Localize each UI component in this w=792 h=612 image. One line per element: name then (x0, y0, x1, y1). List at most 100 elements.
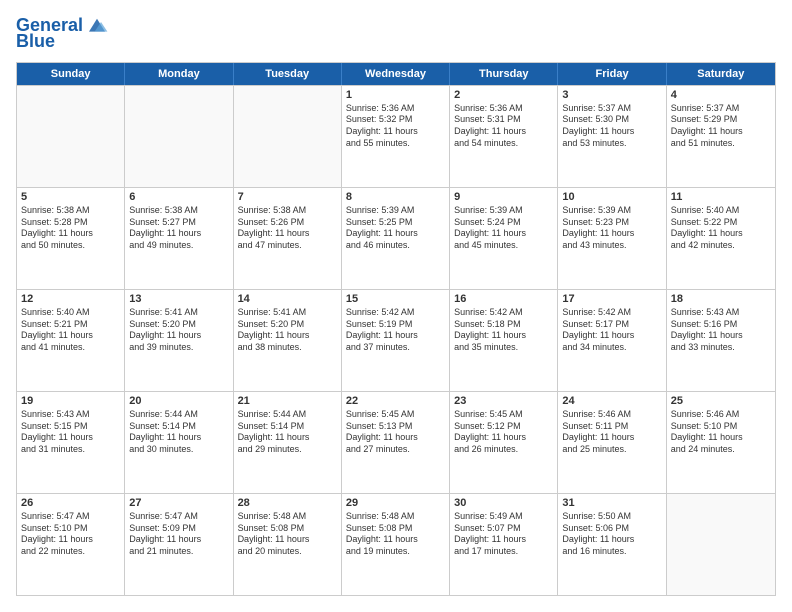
cell-line: Daylight: 11 hours (562, 534, 661, 546)
day-number: 6 (129, 191, 228, 203)
calendar-cell: 27Sunrise: 5:47 AMSunset: 5:09 PMDayligh… (125, 494, 233, 595)
cell-line: Sunset: 5:27 PM (129, 217, 228, 229)
calendar-cell: 24Sunrise: 5:46 AMSunset: 5:11 PMDayligh… (558, 392, 666, 493)
cell-line: Sunset: 5:07 PM (454, 523, 553, 535)
cell-line: Daylight: 11 hours (238, 534, 337, 546)
cell-line: Daylight: 11 hours (562, 432, 661, 444)
cell-line: Sunset: 5:10 PM (21, 523, 120, 535)
cell-line: Sunset: 5:23 PM (562, 217, 661, 229)
cell-line: Sunrise: 5:42 AM (562, 307, 661, 319)
day-number: 30 (454, 497, 553, 509)
day-number: 2 (454, 89, 553, 101)
calendar-cell: 28Sunrise: 5:48 AMSunset: 5:08 PMDayligh… (234, 494, 342, 595)
cell-line: and 33 minutes. (671, 342, 771, 354)
calendar-cell: 3Sunrise: 5:37 AMSunset: 5:30 PMDaylight… (558, 86, 666, 187)
day-number: 4 (671, 89, 771, 101)
cell-line: Sunset: 5:28 PM (21, 217, 120, 229)
cell-line: Daylight: 11 hours (21, 228, 120, 240)
calendar-row: 1Sunrise: 5:36 AMSunset: 5:32 PMDaylight… (17, 85, 775, 187)
cell-line: Daylight: 11 hours (671, 126, 771, 138)
calendar-row: 26Sunrise: 5:47 AMSunset: 5:10 PMDayligh… (17, 493, 775, 595)
calendar-cell: 1Sunrise: 5:36 AMSunset: 5:32 PMDaylight… (342, 86, 450, 187)
day-number: 11 (671, 191, 771, 203)
cell-line: and 47 minutes. (238, 240, 337, 252)
calendar-cell: 7Sunrise: 5:38 AMSunset: 5:26 PMDaylight… (234, 188, 342, 289)
cell-line: Sunset: 5:30 PM (562, 114, 661, 126)
cell-line: Sunrise: 5:43 AM (671, 307, 771, 319)
calendar-cell: 18Sunrise: 5:43 AMSunset: 5:16 PMDayligh… (667, 290, 775, 391)
cell-line: Daylight: 11 hours (129, 432, 228, 444)
day-number: 1 (346, 89, 445, 101)
calendar-cell: 13Sunrise: 5:41 AMSunset: 5:20 PMDayligh… (125, 290, 233, 391)
cell-line: and 20 minutes. (238, 546, 337, 558)
cell-line: Sunrise: 5:45 AM (454, 409, 553, 421)
day-number: 16 (454, 293, 553, 305)
cell-line: Sunset: 5:18 PM (454, 319, 553, 331)
cell-line: Sunset: 5:11 PM (562, 421, 661, 433)
day-number: 13 (129, 293, 228, 305)
day-number: 14 (238, 293, 337, 305)
day-number: 15 (346, 293, 445, 305)
day-number: 3 (562, 89, 661, 101)
cell-line: Sunset: 5:24 PM (454, 217, 553, 229)
cell-line: and 46 minutes. (346, 240, 445, 252)
cell-line: Daylight: 11 hours (346, 228, 445, 240)
cell-line: and 27 minutes. (346, 444, 445, 456)
cell-line: Sunrise: 5:45 AM (346, 409, 445, 421)
day-number: 31 (562, 497, 661, 509)
calendar-cell: 25Sunrise: 5:46 AMSunset: 5:10 PMDayligh… (667, 392, 775, 493)
calendar-cell (125, 86, 233, 187)
cell-line: Sunset: 5:19 PM (346, 319, 445, 331)
cell-line: Sunset: 5:08 PM (346, 523, 445, 535)
cell-line: and 25 minutes. (562, 444, 661, 456)
cell-line: Sunset: 5:06 PM (562, 523, 661, 535)
cell-line: Sunrise: 5:44 AM (238, 409, 337, 421)
cell-line: Sunset: 5:15 PM (21, 421, 120, 433)
weekday-header: Tuesday (234, 63, 342, 85)
logo-icon (85, 16, 109, 36)
cell-line: Daylight: 11 hours (346, 126, 445, 138)
day-number: 5 (21, 191, 120, 203)
cell-line: Sunset: 5:29 PM (671, 114, 771, 126)
cell-line: and 39 minutes. (129, 342, 228, 354)
weekday-header: Sunday (17, 63, 125, 85)
cell-line: Daylight: 11 hours (129, 534, 228, 546)
day-number: 17 (562, 293, 661, 305)
cell-line: Sunrise: 5:38 AM (21, 205, 120, 217)
calendar-cell (234, 86, 342, 187)
cell-line: Sunrise: 5:36 AM (346, 103, 445, 115)
calendar-cell: 20Sunrise: 5:44 AMSunset: 5:14 PMDayligh… (125, 392, 233, 493)
cell-line: Sunset: 5:21 PM (21, 319, 120, 331)
calendar-cell: 30Sunrise: 5:49 AMSunset: 5:07 PMDayligh… (450, 494, 558, 595)
calendar: SundayMondayTuesdayWednesdayThursdayFrid… (16, 62, 776, 596)
cell-line: Sunrise: 5:37 AM (562, 103, 661, 115)
cell-line: Daylight: 11 hours (238, 330, 337, 342)
cell-line: Daylight: 11 hours (562, 330, 661, 342)
cell-line: Sunrise: 5:38 AM (129, 205, 228, 217)
cell-line: Daylight: 11 hours (671, 228, 771, 240)
cell-line: Sunrise: 5:39 AM (562, 205, 661, 217)
day-number: 20 (129, 395, 228, 407)
cell-line: Sunrise: 5:49 AM (454, 511, 553, 523)
cell-line: Sunset: 5:12 PM (454, 421, 553, 433)
cell-line: and 51 minutes. (671, 138, 771, 150)
cell-line: Sunrise: 5:48 AM (238, 511, 337, 523)
cell-line: and 55 minutes. (346, 138, 445, 150)
cell-line: Daylight: 11 hours (21, 534, 120, 546)
calendar-cell: 15Sunrise: 5:42 AMSunset: 5:19 PMDayligh… (342, 290, 450, 391)
calendar-cell: 12Sunrise: 5:40 AMSunset: 5:21 PMDayligh… (17, 290, 125, 391)
cell-line: and 19 minutes. (346, 546, 445, 558)
day-number: 19 (21, 395, 120, 407)
cell-line: Daylight: 11 hours (454, 228, 553, 240)
cell-line: Sunrise: 5:46 AM (562, 409, 661, 421)
cell-line: Sunset: 5:10 PM (671, 421, 771, 433)
cell-line: and 22 minutes. (21, 546, 120, 558)
cell-line: and 50 minutes. (21, 240, 120, 252)
weekday-header: Monday (125, 63, 233, 85)
cell-line: and 26 minutes. (454, 444, 553, 456)
cell-line: Daylight: 11 hours (129, 330, 228, 342)
calendar-cell (17, 86, 125, 187)
cell-line: and 53 minutes. (562, 138, 661, 150)
day-number: 28 (238, 497, 337, 509)
cell-line: and 17 minutes. (454, 546, 553, 558)
